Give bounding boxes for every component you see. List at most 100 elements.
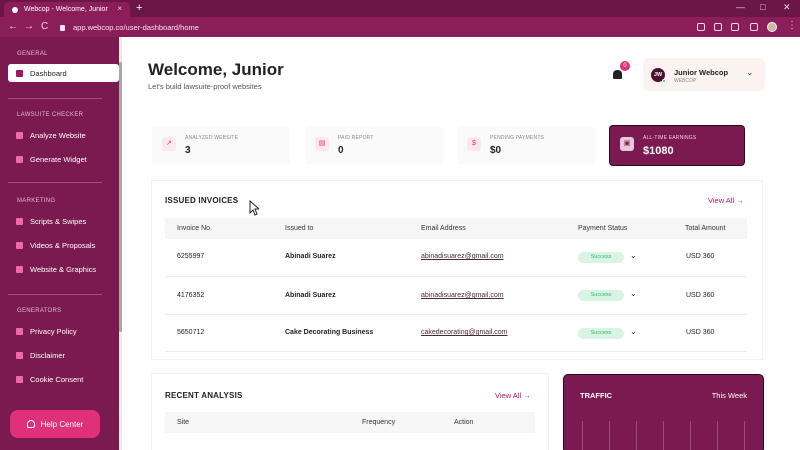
browser-profile-avatar[interactable]: [767, 22, 777, 32]
lock-icon: [60, 24, 65, 31]
scripts-icon: [16, 217, 23, 225]
user-name: Junior Webcop: [674, 68, 729, 77]
traffic-period[interactable]: This Week: [712, 391, 747, 400]
row-divider: [165, 276, 747, 277]
notification-badge: 0: [620, 61, 630, 71]
sidebar-item-disclaimer[interactable]: Disclaimer: [8, 346, 119, 364]
sidebar-item-analyze-website[interactable]: Analyze Website: [8, 126, 119, 144]
column-header: Site: [177, 419, 190, 426]
stat-value: $0: [490, 145, 502, 156]
stat-card-pending: $ PENDING PAYMENTS $0: [457, 126, 595, 164]
recent-analysis-title: RECENT ANALYSIS: [165, 391, 243, 400]
chevron-down-icon[interactable]: ⌄: [630, 251, 637, 260]
issued-to: Abinadi Suarez: [285, 253, 336, 260]
grid-line: [636, 421, 637, 450]
row-divider: [165, 351, 747, 352]
sidebar-item-website-graphics[interactable]: Website & Graphics: [8, 260, 119, 278]
window-close-button[interactable]: ✕: [783, 2, 791, 13]
column-header: Payment Status: [578, 225, 628, 232]
section-title-general: GENERAL: [17, 51, 48, 57]
sidebar-item-label: Cookie Consent: [30, 374, 84, 384]
sidebar: GENERAL Dashboard LAWSUITE CHECKER Analy…: [0, 37, 119, 450]
sidebar-divider: [8, 98, 102, 99]
issued-to: Cake Decorating Business: [285, 329, 374, 336]
wallet-icon: ▣: [620, 137, 634, 151]
maximize-button[interactable]: □: [760, 2, 765, 12]
column-header: Action: [454, 419, 474, 426]
help-center-button[interactable]: Help Center: [10, 410, 100, 438]
column-header: Total Amount: [685, 225, 726, 232]
email-link[interactable]: cakedecorating@gmail.com: [421, 329, 507, 336]
analysis-table-header: Site Frequency Action: [165, 412, 535, 433]
tab-close-icon[interactable]: ×: [117, 4, 122, 13]
chevron-down-icon[interactable]: ⌄: [630, 327, 637, 336]
online-status-dot: [662, 79, 666, 83]
column-header: Frequency: [362, 419, 396, 426]
column-header: Issued to: [285, 225, 314, 232]
back-button[interactable]: ←: [8, 21, 18, 32]
bookmark-star-icon[interactable]: [731, 23, 739, 31]
sidebar-item-generate-widget[interactable]: Generate Widget: [8, 150, 119, 168]
status-badge: Success: [578, 290, 624, 301]
sidebar-divider: [8, 294, 102, 295]
total-amount: USD 360: [686, 329, 715, 336]
sidebar-item-videos-proposals[interactable]: Videos & Proposals: [8, 236, 119, 254]
chart-icon: ↗: [162, 137, 176, 151]
email-link[interactable]: abinadisuarez@gmail.com: [421, 253, 504, 260]
browser-menu-icon[interactable]: ⋮: [787, 21, 797, 31]
chevron-down-icon[interactable]: ⌄: [630, 289, 637, 298]
minimize-button[interactable]: —: [736, 2, 745, 12]
total-amount: USD 360: [686, 292, 715, 299]
sidebar-item-label: Dashboard: [30, 68, 67, 78]
status-badge: Success: [578, 328, 624, 339]
user-org: WEBCOP: [674, 78, 697, 84]
invoices-view-all-link[interactable]: View All →: [708, 196, 744, 205]
invoices-title: ISSUED INVOICES: [165, 196, 239, 205]
status-badge: Success: [578, 252, 624, 263]
reload-button[interactable]: C: [41, 21, 48, 32]
widget-icon: [16, 155, 23, 163]
stat-card-analyzed: ↗ ANALYZED WEBSITE 3: [152, 126, 290, 164]
dashboard-icon: [16, 69, 23, 77]
stat-label: ALL-TIME EARNINGS: [643, 135, 697, 141]
sidebar-item-label: Analyze Website: [30, 130, 86, 140]
key-icon[interactable]: [697, 23, 705, 31]
sidebar-divider: [8, 182, 102, 183]
headset-icon: [26, 420, 35, 428]
browser-tab-bar: Webcop - Welcome, Junior × + — □ ✕: [0, 0, 800, 17]
email-link[interactable]: abinadisuarez@gmail.com: [421, 292, 504, 299]
analysis-view-all-link[interactable]: View All →: [495, 391, 531, 400]
total-amount: USD 360: [686, 253, 715, 260]
grid-line: [609, 421, 610, 450]
user-menu[interactable]: JW Junior Webcop WEBCOP ⌄: [643, 58, 765, 91]
url-text: app.webcop.co/user-dashboard/home: [73, 23, 199, 32]
sidebar-item-cookie-consent[interactable]: Cookie Consent: [8, 370, 119, 388]
chevron-down-icon[interactable]: ⌄: [746, 67, 754, 78]
share-icon[interactable]: [714, 23, 722, 31]
sidebar-item-scripts-swipes[interactable]: Scripts & Swipes: [8, 212, 119, 230]
video-icon: [16, 241, 23, 249]
cookie-icon: [16, 375, 23, 383]
grid-line: [690, 421, 691, 450]
grid-line: [582, 421, 583, 450]
sidebar-item-privacy-policy[interactable]: Privacy Policy: [8, 322, 119, 340]
sidebar-item-label: Disclaimer: [30, 350, 66, 360]
extensions-icon[interactable]: [750, 23, 758, 31]
bell-icon[interactable]: [613, 70, 622, 79]
stat-value: 0: [338, 145, 344, 156]
sidebar-item-dashboard[interactable]: Dashboard: [8, 64, 119, 82]
stat-label: PAID REPORT: [338, 135, 374, 141]
tab-title: Webcop - Welcome, Junior: [24, 6, 108, 13]
report-icon: ▤: [315, 137, 329, 151]
url-field[interactable]: app.webcop.co/user-dashboard/home: [60, 21, 696, 34]
address-bar: ← → C app.webcop.co/user-dashboard/home …: [0, 17, 800, 37]
graphics-icon: [16, 265, 23, 273]
grid-line: [717, 421, 718, 450]
column-header: Invoice No.: [177, 225, 213, 232]
sidebar-item-label: Generate Widget: [30, 154, 87, 164]
new-tab-button[interactable]: +: [136, 2, 142, 14]
forward-button[interactable]: →: [24, 21, 34, 32]
analyze-icon: [16, 131, 23, 139]
stat-card-earnings: ▣ ALL-TIME EARNINGS $1080: [609, 125, 745, 166]
browser-tab[interactable]: Webcop - Welcome, Junior ×: [4, 2, 130, 17]
